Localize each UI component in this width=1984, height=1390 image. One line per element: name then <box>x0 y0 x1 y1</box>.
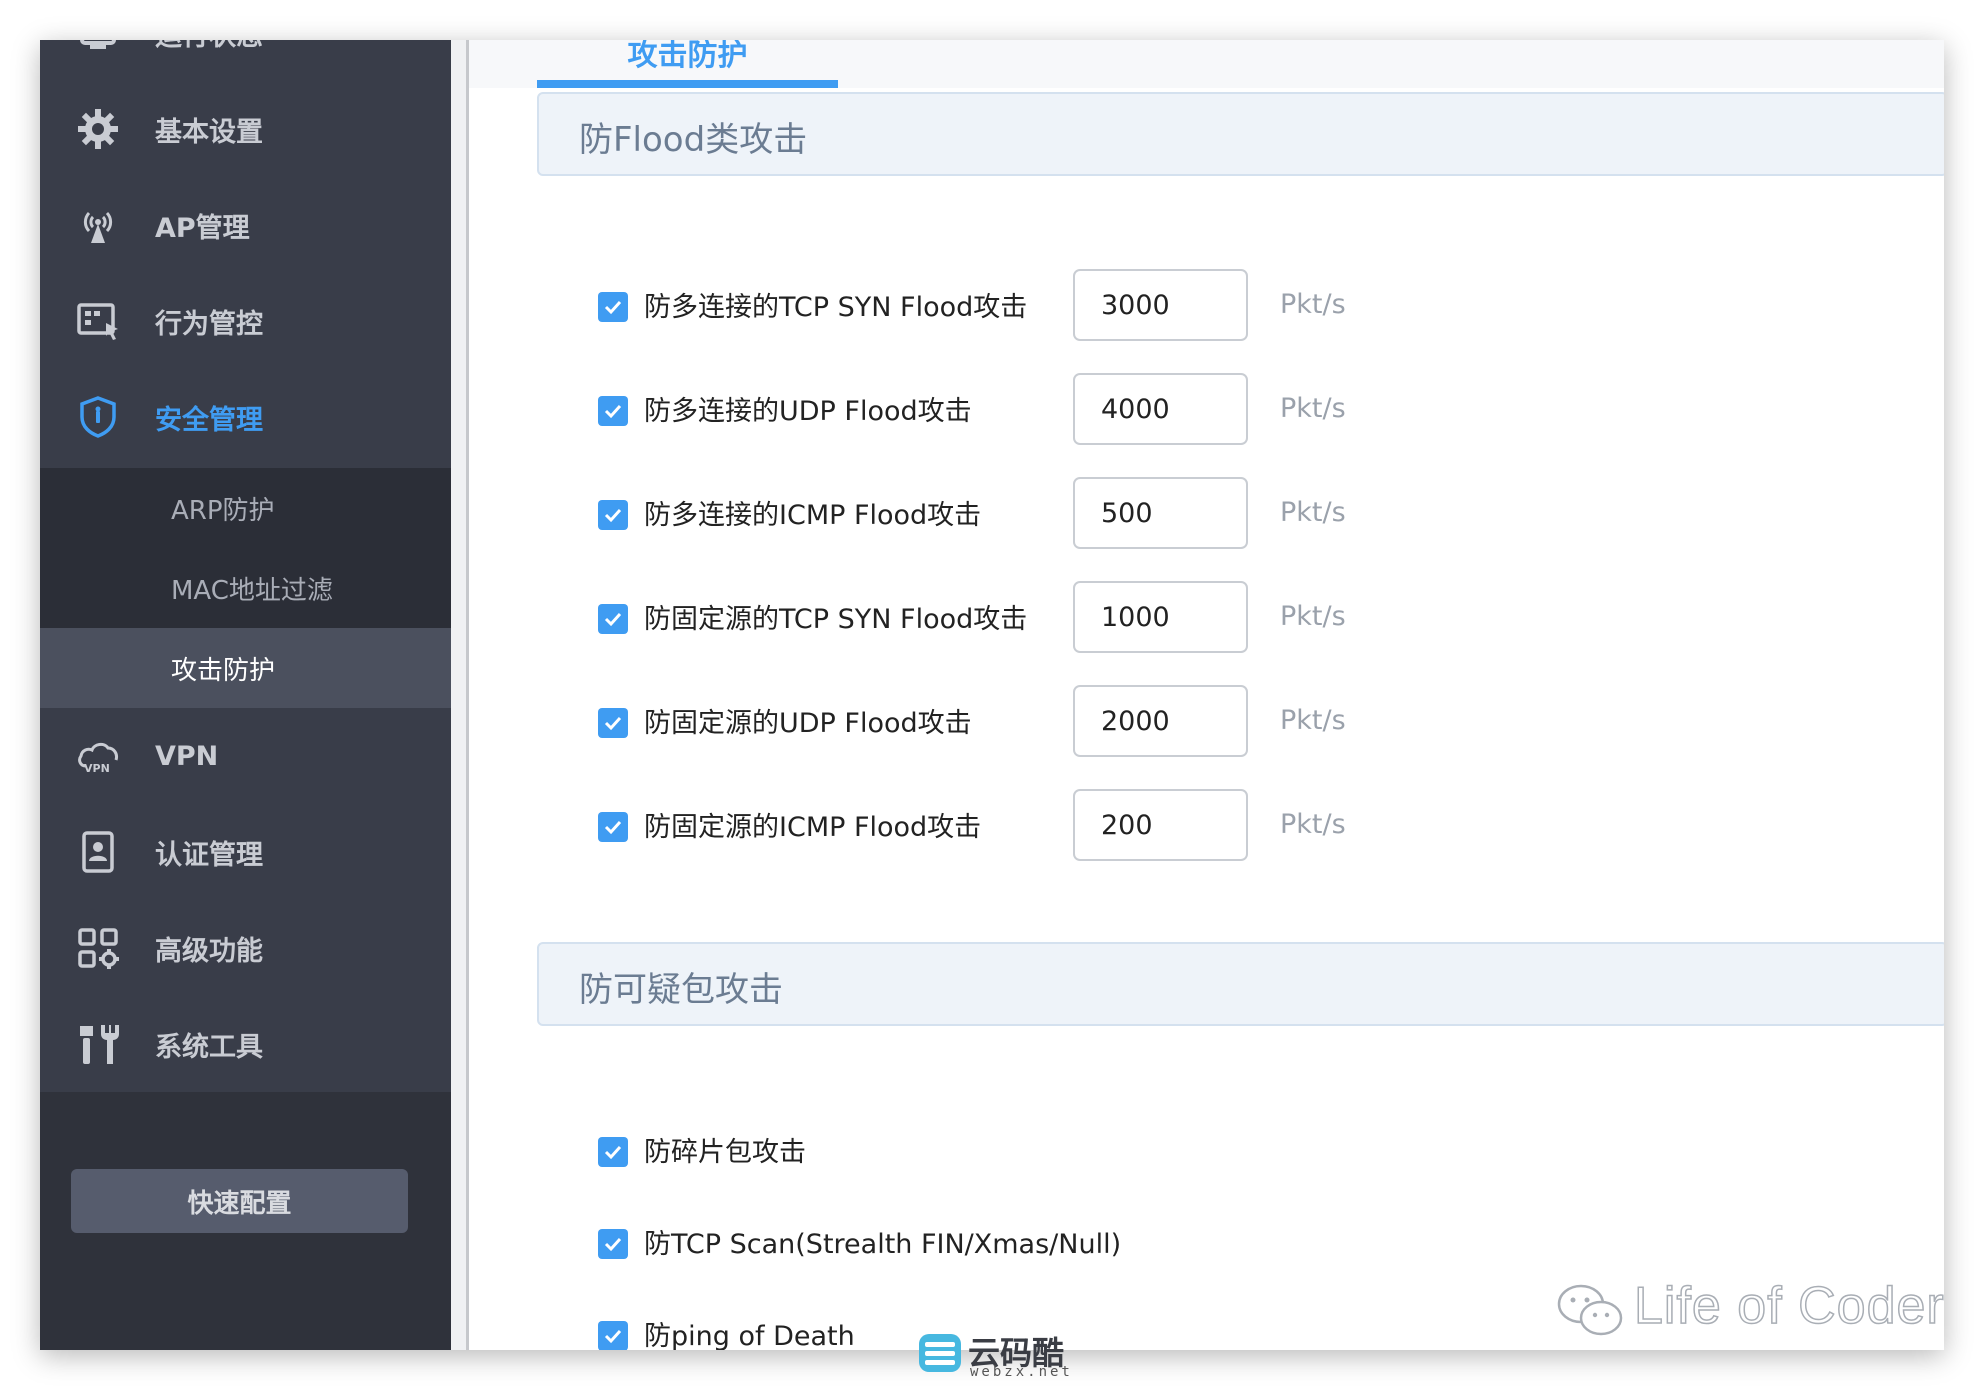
flood-row-multi-icmp: 防多连接的ICMP Flood攻击 Pkt/s <box>598 477 1798 549</box>
section-title: 防Flood类攻击 <box>579 120 808 160</box>
sidebar-subitem-mac-filter[interactable]: MAC地址过滤 <box>40 548 451 628</box>
app-window: 运行状态 基本设置 AP管理 行为管控 <box>40 40 1944 1350</box>
watermark-text: Life of Coder <box>1633 1276 1945 1336</box>
checkbox[interactable] <box>598 1229 628 1259</box>
checkbox[interactable] <box>598 292 628 322</box>
row-label: 防ping of Death <box>644 1321 855 1350</box>
sidebar-item-status[interactable]: 运行状态 <box>40 40 451 81</box>
checkbox[interactable] <box>598 500 628 530</box>
section-title: 防可疑包攻击 <box>579 970 783 1010</box>
sidebar-divider <box>451 40 467 1350</box>
unit-label: Pkt/s <box>1280 705 1346 736</box>
antenna-icon <box>74 201 122 249</box>
row-label: 防多连接的ICMP Flood攻击 <box>644 500 982 531</box>
sidebar: 运行状态 基本设置 AP管理 行为管控 <box>40 40 451 1350</box>
checkbox[interactable] <box>598 1321 628 1350</box>
check-icon <box>604 820 622 835</box>
sidebar-item-advanced[interactable]: 高级功能 <box>40 900 451 996</box>
tools-icon <box>74 1020 122 1068</box>
unit-label: Pkt/s <box>1280 289 1346 320</box>
security-submenu: ARP防护 MAC地址过滤 攻击防护 <box>40 468 451 708</box>
row-label: 防固定源的TCP SYN Flood攻击 <box>644 604 1028 635</box>
sidebar-item-label: 运行状态 <box>155 40 263 53</box>
sidebar-item-label: 高级功能 <box>155 935 263 967</box>
row-label: 防TCP Scan(Strealth FIN/Xmas/Null) <box>644 1229 1122 1260</box>
sidebar-item-ap-management[interactable]: AP管理 <box>40 177 451 273</box>
threshold-input[interactable] <box>1073 581 1248 653</box>
threshold-input[interactable] <box>1073 373 1248 445</box>
row-label: 防碎片包攻击 <box>644 1137 806 1168</box>
threshold-input[interactable] <box>1073 789 1248 861</box>
sidebar-item-system-tools[interactable]: 系统工具 <box>40 996 451 1092</box>
badge-icon <box>74 828 122 876</box>
sidebar-item-label: VPN <box>155 740 219 772</box>
suspicious-row-tcp-scan: 防TCP Scan(Strealth FIN/Xmas/Null) <box>598 1206 1798 1278</box>
sidebar-item-label: 系统工具 <box>155 1031 263 1063</box>
sidebar-item-label: 安全管理 <box>155 404 263 436</box>
tab-active-indicator <box>537 80 838 88</box>
check-icon <box>604 1145 622 1160</box>
sidebar-item-vpn[interactable]: VPN VPN <box>40 708 451 804</box>
check-icon <box>604 1237 622 1252</box>
check-icon <box>604 404 622 419</box>
sidebar-item-label: 行为管控 <box>155 308 263 340</box>
sidebar-item-label: AP管理 <box>155 212 250 244</box>
check-icon <box>604 1329 622 1344</box>
flood-section-header: 防Flood类攻击 <box>537 92 1944 176</box>
quick-config-button[interactable]: 快速配置 <box>71 1169 408 1233</box>
sidebar-item-label: 基本设置 <box>155 116 263 148</box>
unit-label: Pkt/s <box>1280 601 1346 632</box>
check-icon <box>604 508 622 523</box>
sidebar-item-label: 认证管理 <box>155 839 263 871</box>
threshold-input[interactable] <box>1073 685 1248 757</box>
suspicious-row-fragment: 防碎片包攻击 <box>598 1114 1798 1186</box>
row-label: 防固定源的ICMP Flood攻击 <box>644 812 982 843</box>
gear-icon <box>74 105 122 153</box>
flood-row-fixed-icmp: 防固定源的ICMP Flood攻击 Pkt/s <box>598 789 1798 861</box>
site-logo-icon <box>919 1334 961 1372</box>
sidebar-item-behavior-control[interactable]: 行为管控 <box>40 273 451 369</box>
flood-row-multi-udp: 防多连接的UDP Flood攻击 Pkt/s <box>598 373 1798 445</box>
checkbox[interactable] <box>598 812 628 842</box>
row-label: 防固定源的UDP Flood攻击 <box>644 708 972 739</box>
sidebar-subitem-attack-defense[interactable]: 攻击防护 <box>40 628 451 708</box>
vpn-cloud-icon: VPN <box>74 732 122 780</box>
svg-text:VPN: VPN <box>84 762 110 775</box>
wechat-icon <box>1557 1284 1623 1336</box>
shield-icon <box>74 393 122 441</box>
sidebar-item-security[interactable]: 安全管理 <box>40 369 451 465</box>
suspicious-section-header: 防可疑包攻击 <box>537 942 1944 1026</box>
sidebar-item-auth[interactable]: 认证管理 <box>40 804 451 900</box>
grid-gear-icon <box>74 924 122 972</box>
sidebar-item-basic-settings[interactable]: 基本设置 <box>40 81 451 177</box>
check-icon <box>604 300 622 315</box>
threshold-input[interactable] <box>1073 269 1248 341</box>
checkbox[interactable] <box>598 708 628 738</box>
check-icon <box>604 716 622 731</box>
unit-label: Pkt/s <box>1280 497 1346 528</box>
threshold-input[interactable] <box>1073 477 1248 549</box>
checkbox[interactable] <box>598 396 628 426</box>
checkbox[interactable] <box>598 1137 628 1167</box>
row-label: 防多连接的UDP Flood攻击 <box>644 396 972 427</box>
sidebar-nav-lower: VPN VPN 认证管理 高级功能 系统工具 <box>40 708 451 1092</box>
unit-label: Pkt/s <box>1280 809 1346 840</box>
control-panel-icon <box>74 297 122 345</box>
monitor-icon <box>74 40 122 57</box>
site-domain: webzx.net <box>970 1364 1073 1380</box>
flood-row-multi-tcp-syn: 防多连接的TCP SYN Flood攻击 Pkt/s <box>598 269 1798 341</box>
check-icon <box>604 612 622 627</box>
flood-row-fixed-udp: 防固定源的UDP Flood攻击 Pkt/s <box>598 685 1798 757</box>
checkbox[interactable] <box>598 604 628 634</box>
sidebar-subitem-arp[interactable]: ARP防护 <box>40 468 451 548</box>
row-label: 防多连接的TCP SYN Flood攻击 <box>644 292 1028 323</box>
unit-label: Pkt/s <box>1280 393 1346 424</box>
flood-row-fixed-tcp-syn: 防固定源的TCP SYN Flood攻击 Pkt/s <box>598 581 1798 653</box>
main-content: 攻击防护 防Flood类攻击 防多连接的TCP SYN Flood攻击 Pkt/… <box>469 40 1944 1350</box>
sidebar-nav: 运行状态 基本设置 AP管理 行为管控 <box>40 40 451 465</box>
